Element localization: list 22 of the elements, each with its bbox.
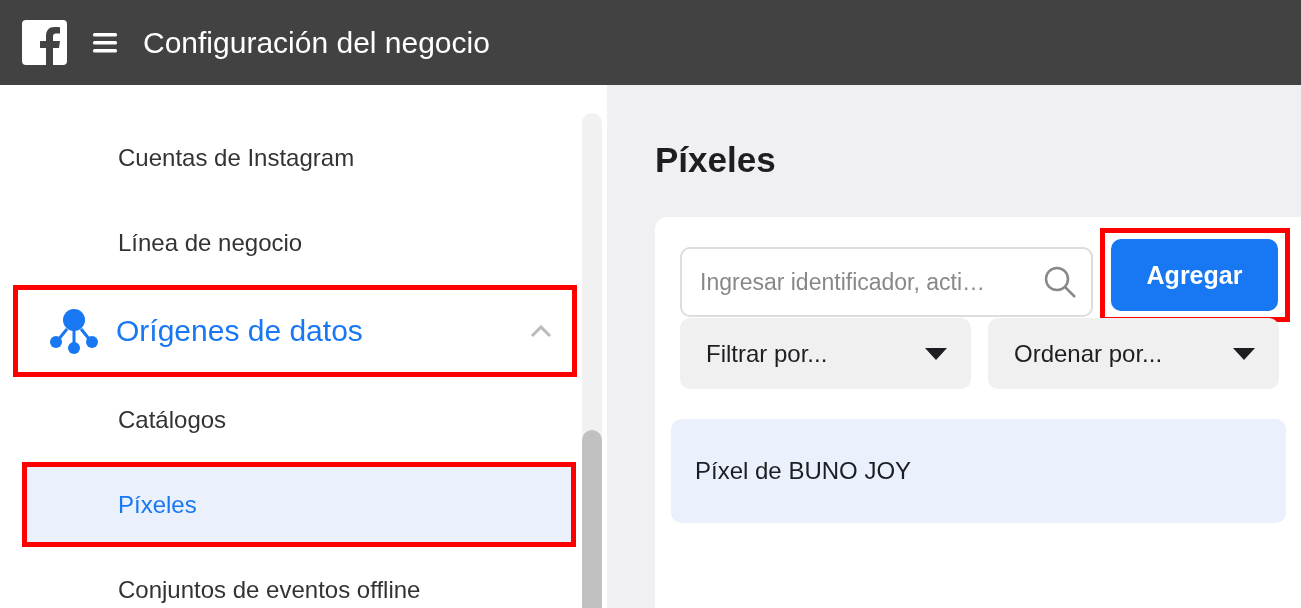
scrollbar-track[interactable] <box>582 113 602 608</box>
caret-icon <box>925 347 947 360</box>
logo-icon[interactable] <box>22 20 67 65</box>
sidebar-item[interactable]: Línea de negocio <box>22 200 576 285</box>
sidebar-item[interactable]: Píxeles <box>22 462 576 547</box>
sidebar-item[interactable]: Cuentas de Instagram <box>22 115 576 200</box>
sidebar-item[interactable]: Conjuntos de eventos offline <box>22 547 576 608</box>
sidebar-item[interactable]: Catálogos <box>22 377 576 462</box>
sidebar-section[interactable]: Orígenes de datos <box>13 285 577 377</box>
search-icon[interactable] <box>1043 265 1077 299</box>
dropdown-button[interactable]: Ordenar por... <box>988 318 1279 389</box>
list-item[interactable]: Píxel de BUNO JOY <box>671 419 1286 523</box>
network-nodes-icon <box>49 307 99 355</box>
scrollbar-thumb[interactable] <box>582 430 602 608</box>
menu-icon[interactable] <box>93 31 117 54</box>
chevron-up-icon[interactable] <box>530 324 552 338</box>
caret-icon <box>1233 347 1255 360</box>
search-field[interactable]: Ingresar identificador, acti… <box>680 247 1093 317</box>
section-heading: Píxeles <box>655 140 777 180</box>
dropdown-button[interactable]: Filtrar por... <box>680 318 971 389</box>
add-button[interactable]: Agregar <box>1111 239 1278 311</box>
page-title: Configuración del negocio <box>143 25 490 60</box>
